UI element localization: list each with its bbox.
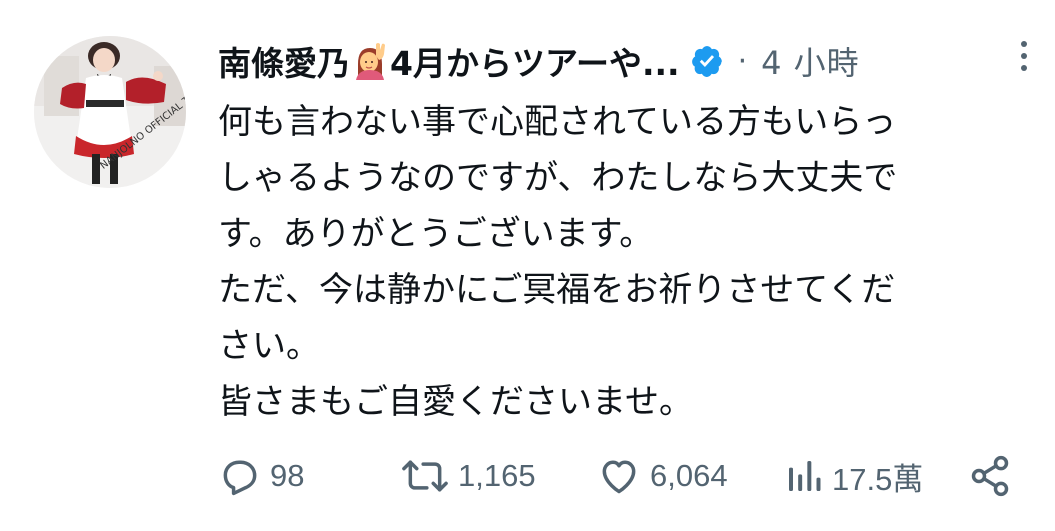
more-vertical-icon[interactable]: [1012, 38, 1036, 74]
header-separator: ·: [737, 43, 748, 79]
tweet-card: NANJOLNO OFFICIAL TWITTER 南條愛乃 4月からツアーや.…: [0, 0, 1055, 531]
reply-button[interactable]: 98: [218, 446, 304, 506]
display-name-continued[interactable]: 4月からツアーや...: [390, 37, 680, 85]
display-name[interactable]: 南條愛乃: [218, 37, 350, 85]
raising-hand-emoji: [356, 43, 385, 80]
retweet-button[interactable]: 1,165: [400, 446, 536, 506]
like-icon: [602, 460, 636, 494]
views-button[interactable]: 17.5萬: [784, 446, 923, 506]
verified-badge-icon: [691, 46, 722, 77]
share-button[interactable]: [968, 446, 1012, 506]
retweet-count: 1,165: [458, 458, 536, 493]
tweet-text-line: さい。: [218, 326, 320, 366]
retweet-icon: [402, 460, 448, 492]
like-button[interactable]: 6,064: [596, 446, 728, 506]
tweet-text-line: 何も言わない事で心配されている方もいらっ: [218, 102, 897, 142]
tweet-timestamp[interactable]: 4 小時: [761, 38, 860, 84]
tweet-text: 何も言わない事で心配されている方もいらっ しゃるようなのですが、わたしなら大丈夫…: [218, 94, 1018, 430]
tweet-header: 南條愛乃 4月からツアーや... · 4 小時: [218, 38, 998, 84]
views-icon: [789, 461, 821, 491]
tweet-actions: 98 1,165 6,064 17.5萬: [218, 446, 1018, 506]
share-icon: [971, 455, 1009, 497]
avatar[interactable]: NANJOLNO OFFICIAL TWITTER: [34, 36, 186, 188]
reply-count: 98: [270, 458, 305, 493]
tweet-text-line: しゃるようなのですが、わたしなら大丈夫で: [218, 158, 898, 198]
views-count: 17.5萬: [832, 461, 924, 497]
reply-icon: [223, 460, 257, 496]
tweet-text-line: 皆さまもご自愛くださいませ。: [218, 382, 693, 422]
tweet-text-line: す。ありがとうございます。: [218, 214, 654, 254]
like-count: 6,064: [650, 458, 728, 493]
tweet-text-line: ただ、今は静かにご冥福をお祈りさせてくだ: [218, 270, 896, 310]
avatar-photo: NANJOLNO OFFICIAL TWITTER: [34, 36, 186, 188]
